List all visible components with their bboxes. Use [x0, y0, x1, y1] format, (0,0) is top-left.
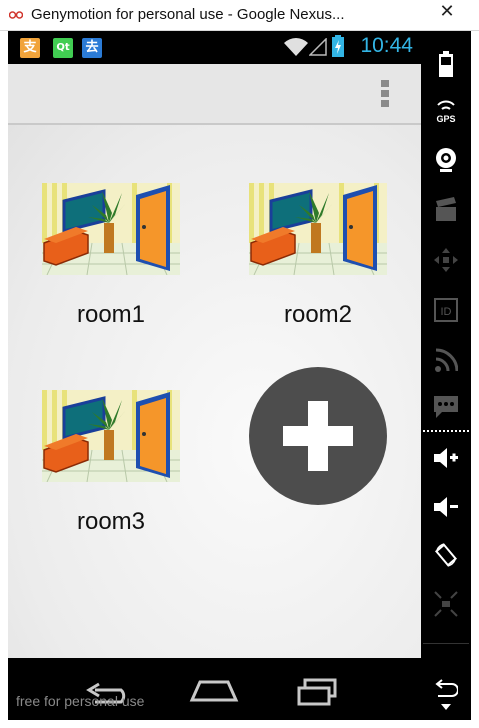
recents-nav-icon[interactable]	[291, 674, 347, 708]
gps-label: GPS	[436, 114, 455, 123]
plus-icon-vertical	[308, 401, 328, 471]
scale-icon	[434, 591, 458, 617]
window-titlebar: Genymotion for personal use - Google Nex…	[0, 0, 479, 31]
screencast-tool	[421, 189, 471, 229]
action-bar	[8, 64, 421, 125]
home-nav-icon[interactable]	[186, 674, 242, 708]
more-tool[interactable]	[421, 699, 471, 719]
id-label: ID	[441, 306, 452, 318]
room-thumbnail-image	[249, 183, 387, 275]
room-tile[interactable]: room2	[249, 183, 389, 328]
volume-down-icon	[434, 497, 458, 517]
network-tool	[421, 339, 471, 379]
window-title: Genymotion for personal use - Google Nex…	[31, 6, 345, 23]
qt-icon: Qt	[53, 38, 73, 58]
webcam-tool[interactable]	[421, 139, 471, 179]
add-room-button[interactable]	[249, 367, 387, 505]
room-tile[interactable]: room1	[42, 183, 182, 328]
alipay-icon: 支	[20, 38, 40, 58]
rotate-icon	[434, 543, 458, 567]
battery-icon	[439, 51, 453, 77]
watermark-text: free for personal use	[16, 693, 145, 709]
battery-charging-icon	[332, 35, 344, 57]
window-close-button[interactable]: ✕	[424, 0, 470, 24]
back-icon	[435, 679, 458, 697]
volume-down-tool[interactable]	[421, 486, 471, 526]
genymotion-toolbar: GPS ID	[421, 31, 471, 720]
room-label: room1	[76, 301, 146, 328]
volume-up-icon	[434, 448, 458, 468]
sms-icon	[434, 396, 458, 418]
signal-icon	[309, 38, 327, 56]
status-clock: 10:44	[360, 34, 413, 57]
room-label: room2	[283, 301, 353, 328]
device-id-tool: ID	[421, 289, 471, 329]
rotate-tool[interactable]	[421, 534, 471, 574]
clapper-icon	[436, 197, 456, 221]
id-icon: ID	[434, 298, 458, 322]
gps-tool[interactable]: GPS	[421, 89, 471, 129]
window-bottom-border	[0, 720, 479, 728]
room-label: room3	[76, 508, 146, 535]
rss-icon	[435, 348, 458, 372]
webcam-icon	[436, 148, 456, 172]
navigation-bar: free for personal use	[8, 658, 421, 720]
device-screen: 支 Qt 去 10:44 room1 room2 room3 free for …	[8, 31, 421, 720]
dpad-icon	[434, 248, 458, 272]
window-left-border	[0, 31, 8, 728]
sms-tool	[421, 386, 471, 426]
room-thumbnail-image	[42, 390, 180, 482]
room-thumbnail-image	[42, 183, 180, 275]
toolbar-divider	[423, 430, 469, 432]
window-right-border	[471, 31, 479, 728]
dpad-tool	[421, 239, 471, 279]
genymotion-logo-icon	[9, 11, 23, 19]
qunar-icon: 去	[82, 38, 102, 58]
status-bar: 支 Qt 去 10:44	[8, 31, 421, 64]
room-tile[interactable]: room3	[42, 390, 182, 535]
overflow-menu-icon[interactable]	[381, 80, 389, 108]
wifi-icon	[284, 38, 308, 56]
scale-tool	[421, 583, 471, 623]
battery-tool[interactable]	[421, 43, 471, 83]
gps-icon: GPS	[436, 100, 456, 123]
room-grid: room1 room2 room3	[8, 125, 421, 658]
toolbar-divider	[423, 643, 469, 644]
menu-down-icon	[441, 704, 451, 710]
volume-up-tool[interactable]	[421, 437, 471, 477]
